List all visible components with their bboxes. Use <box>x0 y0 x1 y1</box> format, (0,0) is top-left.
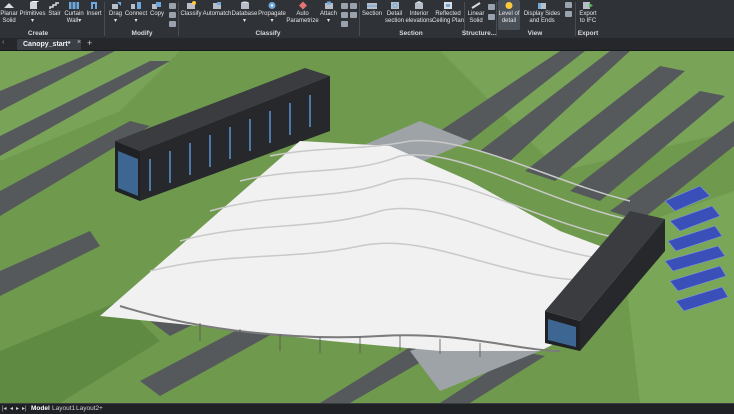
reflected-ceiling-plan-button[interactable]: Reflected Ceiling Plan <box>431 0 465 30</box>
view-small-icon[interactable] <box>565 2 572 8</box>
database-button[interactable]: Database ▾ <box>232 0 257 30</box>
detail-section-label: Detail section <box>384 11 404 24</box>
group-create-label: Create <box>27 30 49 37</box>
tab-canopy-start[interactable]: Canopy_start* <box>17 39 81 50</box>
level-of-detail-label: Level of detail <box>498 11 520 24</box>
interior-elevations-icon <box>415 1 423 9</box>
attach-button[interactable]: Attach ▾ <box>319 0 338 30</box>
attach-label: Attach ▾ <box>319 11 337 24</box>
linear-solid-button[interactable]: Linear Solid <box>466 0 486 30</box>
reflected-ceiling-plan-label: Reflected Ceiling Plan <box>431 11 465 24</box>
group-modify-label: Modify <box>131 30 153 37</box>
ribbon-separator <box>104 2 105 36</box>
model-viewport[interactable] <box>0 51 734 403</box>
document-tab-bar: ‹ Canopy_start* × + <box>0 38 734 51</box>
close-icon[interactable]: × <box>77 39 81 46</box>
section-icon <box>367 3 377 9</box>
auto-parametrize-button[interactable]: Auto Parametrize <box>286 0 319 30</box>
copy-label: Copy <box>149 11 164 17</box>
view-small-icon[interactable] <box>565 11 572 17</box>
linear-solid-icon <box>471 2 481 9</box>
export-to-ifc-icon <box>583 2 593 9</box>
section-button[interactable]: Section <box>361 0 383 30</box>
detail-section-button[interactable]: Detail section <box>384 0 405 30</box>
group-view-label: View <box>527 30 543 37</box>
propagate-button[interactable]: Propagate ▾ <box>258 0 286 30</box>
curtain-wall-button[interactable]: Curtain Wall▾ <box>63 0 85 30</box>
classify-small-icon[interactable] <box>350 12 357 18</box>
section-label: Section <box>361 11 382 17</box>
modify-small-icon[interactable] <box>169 12 176 18</box>
detail-section-icon <box>390 2 399 9</box>
ribbon-separator <box>575 2 576 36</box>
level-of-detail-icon <box>505 2 513 9</box>
group-export-label: Export <box>577 30 599 37</box>
drag-icon <box>111 2 121 9</box>
classify-icon <box>187 1 196 9</box>
modify-small-icon[interactable] <box>169 21 176 27</box>
attach-icon <box>324 1 333 9</box>
insert-icon <box>91 2 97 9</box>
display-sides-and-ends-button[interactable]: Display Sides and Ends <box>522 0 562 30</box>
linear-solid-label: Linear Solid <box>467 11 485 24</box>
stair-button[interactable]: Stair <box>47 0 62 30</box>
tab-scroll-left-icon[interactable]: ‹ <box>2 39 4 46</box>
group-classify-label: Classify <box>255 30 281 37</box>
level-of-detail-button[interactable]: Level of detail <box>498 0 520 30</box>
planar-solid-label: Planar Solid <box>0 11 18 24</box>
curtain-wall-icon <box>69 2 79 9</box>
primitives-button[interactable]: Primitives ▾ <box>19 0 46 30</box>
modify-small-icon[interactable] <box>169 3 176 9</box>
propagate-icon <box>268 2 276 9</box>
status-bar: |◂ ◂ ▸ ▸| Model Layout1 Layout2 + <box>0 403 734 414</box>
ribbon-separator <box>178 2 179 36</box>
classify-label: Classify <box>180 11 202 17</box>
interior-elevations-label: Interior elevations <box>405 11 433 24</box>
classify-small-icon[interactable] <box>350 3 357 9</box>
interior-elevations-button[interactable]: Interior elevations <box>405 0 433 30</box>
classify-button[interactable]: Classify <box>180 0 202 30</box>
ribbon: Planar Solid Primitives ▾ Stair Curtain … <box>0 0 734 39</box>
reflected-ceiling-plan-icon <box>444 2 452 9</box>
display-sides-and-ends-icon <box>538 3 546 9</box>
classify-small-icon[interactable] <box>341 3 348 9</box>
insert-label: Insert <box>86 11 102 17</box>
display-sides-and-ends-label: Display Sides and Ends <box>523 11 561 24</box>
drag-label: Drag ▾ <box>108 11 122 24</box>
ribbon-separator <box>359 2 360 36</box>
connect-button[interactable]: Connect ▾ <box>125 0 147 30</box>
drag-button[interactable]: Drag ▾ <box>107 0 124 30</box>
export-to-ifc-label: Export to IFC <box>579 11 597 24</box>
export-to-ifc-button[interactable]: Export to IFC <box>577 0 599 30</box>
stair-label: Stair <box>48 11 61 17</box>
planar-solid-button[interactable]: Planar Solid <box>0 0 18 30</box>
structure-small-icon[interactable] <box>488 4 495 10</box>
copy-button[interactable]: Copy <box>148 0 166 30</box>
ribbon-separator <box>496 2 497 36</box>
stair-icon <box>48 2 59 9</box>
connect-icon <box>131 2 141 9</box>
primitives-label: Primitives ▾ <box>19 11 46 24</box>
scene-3d-view[interactable] <box>0 51 734 403</box>
group-structure-label: Structure... <box>461 30 497 37</box>
classify-small-icon[interactable] <box>341 21 348 27</box>
automatch-button[interactable]: Automatch <box>203 0 231 30</box>
propagate-label: Propagate ▾ <box>258 11 286 24</box>
copy-icon <box>152 2 161 9</box>
group-section-label: Section <box>399 30 423 37</box>
automatch-label: Automatch <box>202 11 232 17</box>
auto-parametrize-label: Auto Parametrize <box>286 11 319 24</box>
planar-solid-icon <box>4 3 14 8</box>
auto-parametrize-icon <box>298 1 307 10</box>
curtain-wall-label: Curtain Wall▾ <box>64 11 84 24</box>
connect-label: Connect ▾ <box>124 11 148 24</box>
primitives-icon <box>29 1 39 9</box>
classify-small-icon[interactable] <box>341 12 348 18</box>
automatch-icon <box>213 2 221 9</box>
new-tab-icon[interactable]: + <box>87 38 92 48</box>
database-icon <box>240 1 249 9</box>
insert-button[interactable]: Insert <box>86 0 102 30</box>
structure-small-icon[interactable] <box>488 14 495 20</box>
database-label: Database ▾ <box>231 11 258 24</box>
